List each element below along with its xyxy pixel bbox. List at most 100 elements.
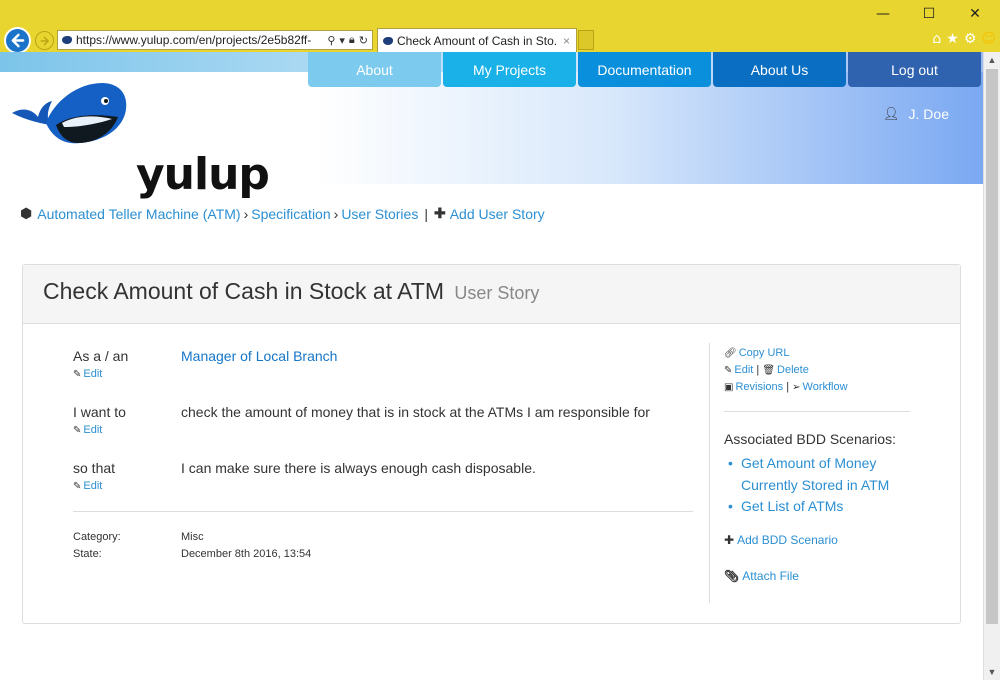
- nav-documentation[interactable]: Documentation: [578, 52, 711, 87]
- scroll-up-arrow-icon[interactable]: ▲: [984, 52, 1000, 68]
- pencil-icon: ✎: [73, 425, 82, 436]
- edit-label: Edit: [83, 368, 103, 380]
- breadcrumb-divider: |: [424, 205, 428, 222]
- nav-about-us[interactable]: About Us: [713, 52, 846, 87]
- site-logo[interactable]: yulup: [10, 79, 270, 200]
- row-label-as-a: As a / an: [73, 348, 129, 364]
- sidebar-divider: [709, 343, 710, 603]
- edit-delete-row: ✎ Edit | 🗑︎ Delete: [724, 362, 848, 379]
- user-story-panel: Check Amount of Cash in Stock at ATM Use…: [22, 264, 961, 624]
- address-url[interactable]: https://www.yulup.com/en/projects/2e5b82…: [76, 33, 323, 47]
- row-value-benefit: I can make sure there is always enough c…: [181, 460, 536, 476]
- page-viewport: About My Projects Documentation About Us…: [0, 52, 983, 680]
- attach-file-label: Attach File: [742, 569, 799, 583]
- revisions-workflow-row: ▣ Revisions | ➢ Workflow: [724, 379, 848, 396]
- whale-logo-icon: [12, 83, 127, 144]
- new-tab-button[interactable]: [578, 30, 594, 50]
- bdd-scenario-item[interactable]: Get List of ATMs: [724, 496, 914, 518]
- vertical-scrollbar[interactable]: ▲ ▼: [983, 52, 1000, 680]
- pencil-icon: ✎: [73, 369, 82, 380]
- minimize-button[interactable]: —: [860, 0, 906, 28]
- refresh-icon[interactable]: ↻: [359, 34, 368, 47]
- pencil-icon: ✎: [724, 365, 733, 376]
- edit-link-i-want-to[interactable]: ✎ Edit: [73, 424, 102, 436]
- maximize-button[interactable]: ☐: [906, 0, 952, 28]
- edit-label: Edit: [83, 480, 103, 492]
- search-icon[interactable]: ⚲: [327, 34, 335, 47]
- user-menu[interactable]: 👤︎ J. Doe: [883, 106, 949, 122]
- content-divider: [73, 511, 693, 512]
- breadcrumb-separator: ›: [243, 205, 249, 222]
- copy-url-link[interactable]: Copy URL: [739, 347, 790, 359]
- workflow-link[interactable]: Workflow: [803, 381, 848, 393]
- row-value-role[interactable]: Manager of Local Branch: [181, 348, 337, 364]
- cube-icon: ⬢: [20, 205, 33, 222]
- plus-icon: ✚: [724, 533, 735, 547]
- tab-favicon-icon: [383, 36, 393, 45]
- breadcrumb-user-stories-link[interactable]: User Stories: [341, 206, 418, 222]
- edit-story-link[interactable]: Edit: [734, 364, 753, 376]
- breadcrumb-separator: ›: [333, 205, 339, 222]
- close-window-button[interactable]: ✕: [952, 0, 998, 28]
- tab-close-icon[interactable]: ×: [557, 34, 576, 48]
- browser-tab-active[interactable]: Check Amount of Cash in Sto... ×: [377, 28, 577, 52]
- bdd-scenarios-heading: Associated BDD Scenarios:: [724, 431, 896, 447]
- edit-label: Edit: [83, 424, 103, 436]
- category-label: Category:: [73, 531, 121, 543]
- settings-gear-icon[interactable]: ⚙: [964, 31, 977, 47]
- breadcrumb-specification-link[interactable]: Specification: [251, 206, 330, 222]
- dropdown-icon[interactable]: ▾: [339, 34, 345, 47]
- add-bdd-label: Add BDD Scenario: [737, 533, 838, 547]
- state-value: December 8th 2016, 13:54: [181, 548, 312, 560]
- window-titlebar: — ☐ ✕: [0, 0, 1000, 28]
- add-bdd-scenario-link[interactable]: ✚ Add BDD Scenario: [724, 533, 838, 547]
- story-title: Check Amount of Cash in Stock at ATM: [43, 278, 444, 304]
- nav-log-out[interactable]: Log out: [848, 52, 981, 87]
- arrow-right-icon: [40, 36, 49, 45]
- lock-icon[interactable]: 🔒︎: [349, 34, 355, 47]
- nav-my-projects[interactable]: My Projects: [443, 52, 576, 87]
- sidebar-separator: [724, 411, 910, 412]
- page-title: Check Amount of Cash in Stock at ATM Use…: [43, 278, 539, 305]
- home-icon[interactable]: ⌂: [932, 31, 941, 47]
- edit-link-as-a[interactable]: ✎ Edit: [73, 368, 102, 380]
- user-name: J. Doe: [908, 106, 949, 122]
- story-type: User Story: [454, 283, 540, 303]
- browser-toolbar-icons: ⌂ ★ ⚙ ☺: [932, 31, 996, 47]
- arrow-left-icon: [11, 33, 25, 48]
- breadcrumb-project-link[interactable]: Automated Teller Machine (ATM): [37, 206, 240, 222]
- logo-wordmark: yulup: [136, 149, 270, 200]
- pencil-icon: ✎: [73, 481, 82, 492]
- panel-heading: Check Amount of Cash in Stock at ATM Use…: [23, 265, 960, 324]
- browser-navbar: https://www.yulup.com/en/projects/2e5b82…: [0, 27, 1000, 54]
- revisions-link[interactable]: Revisions: [735, 381, 783, 393]
- breadcrumb: ⬢ Automated Teller Machine (ATM) › Speci…: [20, 205, 545, 222]
- address-bar[interactable]: https://www.yulup.com/en/projects/2e5b82…: [57, 30, 373, 50]
- address-bar-icons: ⚲ ▾ 🔒︎ ↻: [323, 33, 372, 47]
- link-icon: 🔗︎: [724, 348, 737, 359]
- tab-title: Check Amount of Cash in Sto...: [397, 33, 557, 48]
- category-value: Misc: [181, 531, 204, 543]
- favorites-star-icon[interactable]: ★: [946, 31, 959, 47]
- bdd-scenario-list: Get Amount of Money Currently Stored in …: [724, 453, 914, 518]
- back-button[interactable]: [4, 27, 31, 54]
- nav-about[interactable]: About: [308, 52, 441, 87]
- send-icon: ➢: [792, 382, 801, 393]
- plus-icon: ✚: [433, 205, 446, 221]
- trash-icon: 🗑︎: [762, 365, 776, 376]
- row-value-goal: check the amount of money that is in sto…: [181, 404, 650, 420]
- attach-file-link[interactable]: 📎︎ Attach File: [724, 569, 799, 583]
- story-actions: 🔗︎ Copy URL ✎ Edit | 🗑︎ Delete ▣ Revisions |…: [724, 345, 848, 396]
- user-icon: 👤︎: [883, 106, 900, 122]
- copy-url-row: 🔗︎ Copy URL: [724, 345, 848, 362]
- edit-link-so-that[interactable]: ✎ Edit: [73, 480, 102, 492]
- scroll-down-arrow-icon[interactable]: ▼: [984, 664, 1000, 680]
- row-label-so-that: so that: [73, 460, 116, 476]
- delete-story-link[interactable]: Delete: [777, 364, 809, 376]
- forward-button[interactable]: [35, 31, 54, 50]
- bdd-scenario-item[interactable]: Get Amount of Money Currently Stored in …: [724, 453, 914, 496]
- add-user-story-link[interactable]: Add User Story: [450, 206, 545, 222]
- feedback-smiley-icon[interactable]: ☺: [981, 31, 996, 47]
- scrollbar-thumb[interactable]: [986, 69, 998, 624]
- site-favicon-icon: [62, 36, 72, 44]
